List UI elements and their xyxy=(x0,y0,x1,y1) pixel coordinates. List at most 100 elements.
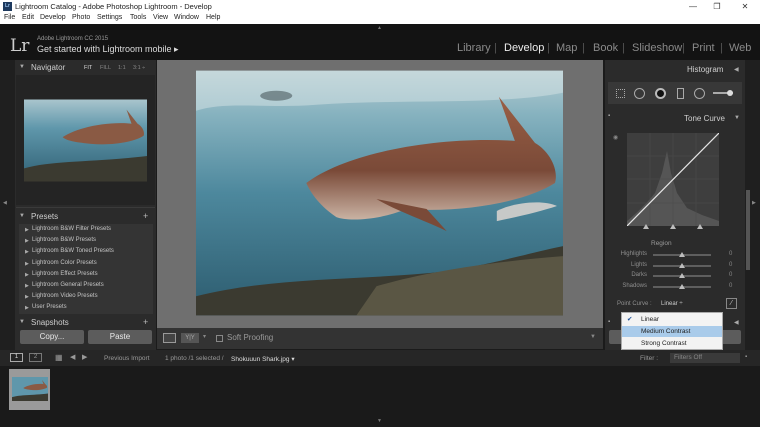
module-develop[interactable]: Develop xyxy=(504,42,544,54)
next-panel-enable-icon[interactable]: ▪ xyxy=(608,319,610,325)
target-adjust-icon[interactable]: ◉ xyxy=(613,134,618,141)
zoom-fill[interactable]: FILL xyxy=(100,65,111,71)
before-after-dropdown-icon[interactable]: ▾ xyxy=(203,333,206,340)
preset-folder[interactable]: Lightroom B&W Filter Presets xyxy=(32,226,111,232)
collapse-bottom-icon[interactable]: ▼ xyxy=(377,418,382,424)
menu-edit[interactable]: Edit xyxy=(22,14,34,21)
region-slider-handle[interactable] xyxy=(679,262,685,268)
zoom-1-1[interactable]: 1:1 xyxy=(118,65,126,71)
menu-view[interactable]: View xyxy=(153,14,168,21)
navigator-toggle-icon[interactable]: ▼ xyxy=(19,64,25,70)
zoom-3-1[interactable]: 3:1 ÷ xyxy=(133,65,145,71)
preset-folder-expand-icon[interactable]: ▶ xyxy=(25,283,29,289)
collapse-right-icon[interactable]: ▶ xyxy=(752,200,756,206)
region-slider-handle[interactable] xyxy=(679,252,685,257)
preset-folder[interactable]: Lightroom Color Presets xyxy=(32,260,97,266)
add-preset-icon[interactable]: + xyxy=(143,211,148,221)
region-slider-label: Darks xyxy=(631,272,647,278)
module-print[interactable]: Print xyxy=(692,42,715,54)
region-slider-value: 0 xyxy=(729,261,733,268)
module-book[interactable]: Book xyxy=(593,42,618,54)
module-map[interactable]: Map xyxy=(556,42,577,54)
presets-toggle-icon[interactable]: ▼ xyxy=(19,213,25,219)
add-snapshot-icon[interactable]: + xyxy=(143,317,148,327)
selection-info: 1 photo /1 selected / xyxy=(165,355,224,362)
preset-folder-expand-icon[interactable]: ▶ xyxy=(25,238,29,244)
point-curve-option-strong-contrast[interactable]: Strong Contrast xyxy=(622,338,722,349)
toolbar-menu-icon[interactable]: ▼ xyxy=(590,334,596,340)
menu-settings[interactable]: Settings xyxy=(97,14,122,21)
point-curve-option-linear[interactable]: ✔ Linear xyxy=(622,314,722,325)
panel-scrollbar[interactable] xyxy=(746,190,750,270)
menu-file[interactable]: File xyxy=(4,14,15,21)
spot-removal-icon[interactable] xyxy=(634,88,645,99)
radial-filter-icon[interactable] xyxy=(694,88,705,99)
filter-lock-icon[interactable]: ▪ xyxy=(745,354,747,360)
soft-proofing-checkbox[interactable] xyxy=(216,335,223,342)
loupe-view-icon[interactable] xyxy=(163,333,176,343)
maximize-icon[interactable]: ❐ xyxy=(706,0,728,13)
histogram-collapse-icon[interactable]: ◀ xyxy=(734,66,739,73)
collapse-top-icon[interactable]: ▲ xyxy=(377,25,382,31)
minimize-icon[interactable]: — xyxy=(682,0,704,13)
red-eye-icon[interactable] xyxy=(655,88,666,99)
main-photo[interactable] xyxy=(196,70,563,316)
main-window-button[interactable]: 1 xyxy=(10,353,23,362)
region-slider-handle[interactable] xyxy=(679,273,685,278)
crop-icon[interactable] xyxy=(616,89,625,98)
zoom-fit[interactable]: FIT xyxy=(84,65,92,71)
filename[interactable]: Shokuuun Shark.jpg ▾ xyxy=(231,355,295,363)
menu-develop[interactable]: Develop xyxy=(40,14,66,21)
graduated-filter-icon[interactable] xyxy=(677,88,684,99)
close-icon[interactable]: ✕ xyxy=(734,0,756,13)
tone-curve-graph[interactable] xyxy=(627,133,719,226)
back-arrow-icon[interactable]: ◀ xyxy=(70,353,75,361)
menu-window[interactable]: Window xyxy=(174,14,199,21)
preset-folder-expand-icon[interactable]: ▶ xyxy=(25,305,29,311)
preset-folder[interactable]: Lightroom B&W Toned Presets xyxy=(32,248,114,254)
preset-folder[interactable]: Lightroom Video Presets xyxy=(32,293,98,299)
grid-icon[interactable]: ▦ xyxy=(55,353,63,362)
curve-split-shadows[interactable] xyxy=(643,224,649,229)
secondary-window-button[interactable]: 2 xyxy=(29,353,42,362)
module-web[interactable]: Web xyxy=(729,42,751,54)
filmstrip-thumbnail[interactable] xyxy=(12,377,48,401)
preset-folder[interactable]: User Presets xyxy=(32,304,67,310)
title-bar: Lr Lightroom Catalog - Adobe Photoshop L… xyxy=(0,0,760,13)
before-after-icon[interactable]: Y|Y xyxy=(181,333,199,343)
filter-select[interactable]: Filters Off xyxy=(670,353,740,363)
preset-folder[interactable]: Lightroom Effect Presets xyxy=(32,271,98,277)
module-separator: | xyxy=(547,42,550,54)
curve-split-midtones[interactable] xyxy=(670,224,676,229)
preset-folder-expand-icon[interactable]: ▶ xyxy=(25,294,29,300)
edit-point-curve-icon[interactable]: ⁄ xyxy=(726,298,737,309)
region-slider-label: Shadows xyxy=(622,282,647,289)
source-label[interactable]: Previous Import xyxy=(104,355,150,362)
preset-folder[interactable]: Lightroom General Presets xyxy=(32,282,104,288)
preset-folder-expand-icon[interactable]: ▶ xyxy=(25,249,29,255)
forward-arrow-icon[interactable]: ▶ xyxy=(82,353,87,361)
region-slider-handle[interactable] xyxy=(679,283,685,289)
tone-curve-collapse-icon[interactable]: ▼ xyxy=(734,115,740,121)
snapshots-toggle-icon[interactable]: ▼ xyxy=(19,319,25,325)
curve-split-highlights[interactable] xyxy=(697,224,703,229)
menu-tools[interactable]: Tools xyxy=(130,14,146,21)
copy-button[interactable]: Copy... xyxy=(20,330,84,344)
menu-help[interactable]: Help xyxy=(206,14,220,21)
collapse-left-icon[interactable]: ◀ xyxy=(3,200,7,206)
tone-curve-enable-icon[interactable]: ▪ xyxy=(608,113,610,119)
point-curve-select[interactable]: Linear ÷ xyxy=(661,301,683,307)
mobile-link[interactable]: Get started with Lightroom mobile ▸ xyxy=(37,44,179,55)
next-panel-collapse-icon[interactable]: ◀ xyxy=(734,319,739,326)
preset-folder-expand-icon[interactable]: ▶ xyxy=(25,227,29,233)
module-slideshow[interactable]: Slideshow xyxy=(632,42,682,54)
navigator-thumbnail[interactable] xyxy=(24,99,147,182)
region-title: Region xyxy=(651,240,672,247)
paste-button[interactable]: Paste xyxy=(88,330,152,344)
module-library[interactable]: Library xyxy=(457,42,491,54)
preset-folder-expand-icon[interactable]: ▶ xyxy=(25,261,29,267)
preset-folder-expand-icon[interactable]: ▶ xyxy=(25,272,29,278)
point-curve-option-medium-contrast[interactable]: Medium Contrast xyxy=(622,326,722,337)
preset-folder[interactable]: Lightroom B&W Presets xyxy=(32,237,96,243)
menu-photo[interactable]: Photo xyxy=(72,14,90,21)
